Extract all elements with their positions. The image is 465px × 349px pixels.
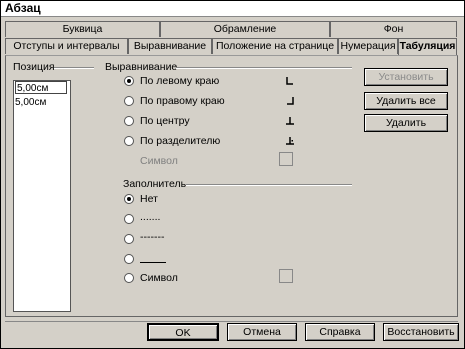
fill-character-field[interactable] xyxy=(279,269,293,283)
tab-decimal-icon xyxy=(286,137,294,145)
window-title: Абзац xyxy=(5,1,41,15)
tab-left-icon xyxy=(286,77,293,85)
position-list[interactable] xyxy=(13,80,71,312)
fill-none-radio[interactable] xyxy=(124,194,134,204)
fill-dashes-radio[interactable] xyxy=(124,234,134,244)
tab-alignment[interactable]: Выравнивание xyxy=(128,38,212,54)
position-input[interactable]: 5,00см xyxy=(15,81,67,94)
fill-dots-label[interactable]: ....... xyxy=(140,211,160,223)
fill-separator xyxy=(186,184,352,186)
footer-separator xyxy=(5,321,458,322)
decimal-symbol-label: Символ xyxy=(140,155,178,167)
ok-button[interactable]: OK xyxy=(147,323,219,341)
align-decimal-radio[interactable] xyxy=(124,136,134,146)
title-bar: Абзац xyxy=(1,1,464,17)
tab-row-back: Буквица Обрамление Фон xyxy=(5,21,457,37)
tab-tabs[interactable]: Табуляция xyxy=(398,38,457,55)
tabs-panel: Позиция 5,00см 5,00см Выравнивание По ле… xyxy=(5,55,458,317)
fill-dots-radio[interactable] xyxy=(124,214,134,224)
fill-none-label[interactable]: Нет xyxy=(140,193,158,205)
delete-button[interactable]: Удалить xyxy=(364,114,448,132)
alignment-label: Выравнивание xyxy=(104,61,179,73)
fill-label: Заполнитель xyxy=(122,178,188,190)
tab-right-icon xyxy=(287,97,294,105)
tab-borders[interactable]: Обрамление xyxy=(160,21,330,37)
align-left-label[interactable]: По левому краю xyxy=(140,75,219,87)
position-list-item[interactable]: 5,00см xyxy=(15,97,46,109)
new-button[interactable]: Установить xyxy=(364,68,448,86)
align-right-label[interactable]: По правому краю xyxy=(140,95,225,107)
tab-numbering[interactable]: Нумерация xyxy=(338,38,398,54)
fill-underscore-radio[interactable] xyxy=(124,254,134,264)
align-right-radio[interactable] xyxy=(124,96,134,106)
tab-background[interactable]: Фон xyxy=(330,21,457,37)
fill-character-label[interactable]: Символ xyxy=(140,272,178,284)
tab-center-icon xyxy=(286,117,294,125)
help-button[interactable]: Справка xyxy=(305,323,375,341)
fill-dashes-label[interactable]: ------- xyxy=(140,231,164,243)
decimal-symbol-field[interactable] xyxy=(279,152,293,166)
clear-all-button[interactable]: Удалить все xyxy=(364,92,448,110)
tab-text-flow[interactable]: Положение на странице xyxy=(212,38,338,54)
align-center-radio[interactable] xyxy=(124,116,134,126)
paragraph-dialog: Абзац Буквица Обрамление Фон Отступы и и… xyxy=(0,0,465,349)
reset-button[interactable]: Восстановить xyxy=(383,323,459,341)
tab-row-front: Отступы и интервалы Выравнивание Положен… xyxy=(5,38,457,55)
alignment-separator xyxy=(176,67,352,69)
align-decimal-label[interactable]: По разделителю xyxy=(140,135,220,147)
fill-underscore-line xyxy=(140,262,166,263)
cancel-button[interactable]: Отмена xyxy=(227,323,297,341)
position-label: Позиция xyxy=(12,61,56,73)
tab-drop-caps[interactable]: Буквица xyxy=(5,21,160,37)
align-left-radio[interactable] xyxy=(124,76,134,86)
align-center-label[interactable]: По центру xyxy=(140,115,190,127)
tab-indents-spacing[interactable]: Отступы и интервалы xyxy=(5,38,128,54)
position-separator xyxy=(54,67,94,69)
fill-character-radio[interactable] xyxy=(124,273,134,283)
